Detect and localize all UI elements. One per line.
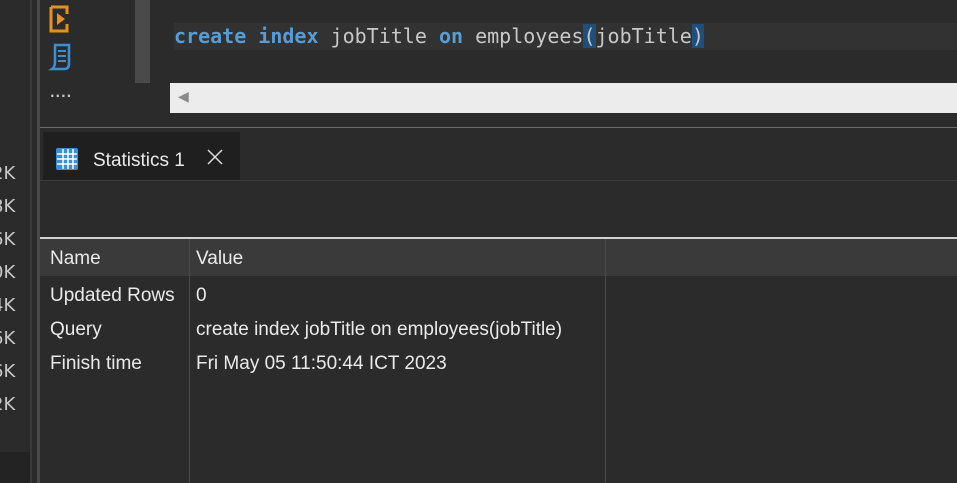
close-icon[interactable] — [205, 147, 225, 167]
results-tabbar: Statistics 1 — [40, 128, 957, 182]
tab-statistics[interactable]: Statistics 1 — [43, 130, 240, 182]
code-line[interactable]: create index jobTitle on employees(jobTi… — [174, 23, 957, 50]
panel-splitter[interactable] — [40, 113, 957, 127]
cell-value[interactable]: Fri May 05 11:50:44 ICT 2023 — [196, 353, 447, 375]
matched-paren: ) — [691, 24, 704, 48]
column-divider[interactable] — [189, 239, 190, 483]
navigator-value[interactable]: 0K — [0, 262, 15, 283]
more-options-button[interactable]: .... — [50, 86, 72, 100]
horizontal-scrollbar[interactable]: ◀ — [170, 83, 957, 113]
navigator-value[interactable]: 2K — [0, 394, 15, 415]
sql-identifier: jobTitle — [595, 24, 692, 48]
cell-name[interactable]: Finish time — [50, 353, 142, 375]
navigator-footer — [0, 452, 30, 483]
navigator-strip: 2K 8K 6K 0K 4K 6K 6K 2K — [0, 0, 30, 483]
scroll-left-icon[interactable]: ◀ — [178, 89, 189, 105]
tab-label: Statistics 1 — [93, 150, 185, 171]
navigator-value[interactable]: 2K — [0, 163, 15, 184]
matched-paren: ( — [583, 24, 596, 48]
sql-editor[interactable]: create index jobTitle on employees(jobTi… — [170, 0, 957, 83]
sql-keyword: index — [258, 24, 319, 48]
column-header-label: Value — [196, 248, 244, 269]
results-toolbar-area — [40, 181, 957, 237]
sql-identifier: jobTitle — [318, 24, 439, 48]
execute-script-icon[interactable] — [47, 4, 77, 34]
editor-toolbar: .... — [40, 0, 170, 113]
column-header-name[interactable]: Name — [40, 239, 189, 277]
sql-keyword: create — [174, 24, 247, 48]
navigator-value[interactable]: 8K — [0, 196, 15, 217]
column-divider[interactable] — [605, 239, 606, 483]
navigator-value[interactable]: 6K — [0, 361, 15, 382]
column-header-label: Name — [50, 248, 101, 269]
navigator-value[interactable]: 4K — [0, 295, 15, 316]
sql-keyword: on — [438, 24, 464, 48]
editor-gutter — [135, 0, 150, 83]
cell-name[interactable]: Query — [50, 319, 102, 341]
cell-name[interactable]: Updated Rows — [50, 285, 175, 307]
panel-divider[interactable] — [30, 0, 32, 483]
sql-identifier: employees — [463, 24, 584, 48]
cell-value[interactable]: 0 — [196, 285, 207, 307]
column-header-empty — [606, 239, 957, 277]
navigator-value[interactable]: 6K — [0, 328, 15, 349]
navigator-value[interactable]: 6K — [0, 229, 15, 250]
table-grid-icon — [55, 147, 79, 171]
explain-plan-icon[interactable] — [47, 42, 77, 72]
results-grid[interactable]: Name Value Updated Rows 0 Query create i… — [40, 239, 957, 483]
column-header-value[interactable]: Value — [190, 239, 605, 277]
cell-value[interactable]: create index jobTitle on employees(jobTi… — [196, 319, 562, 341]
